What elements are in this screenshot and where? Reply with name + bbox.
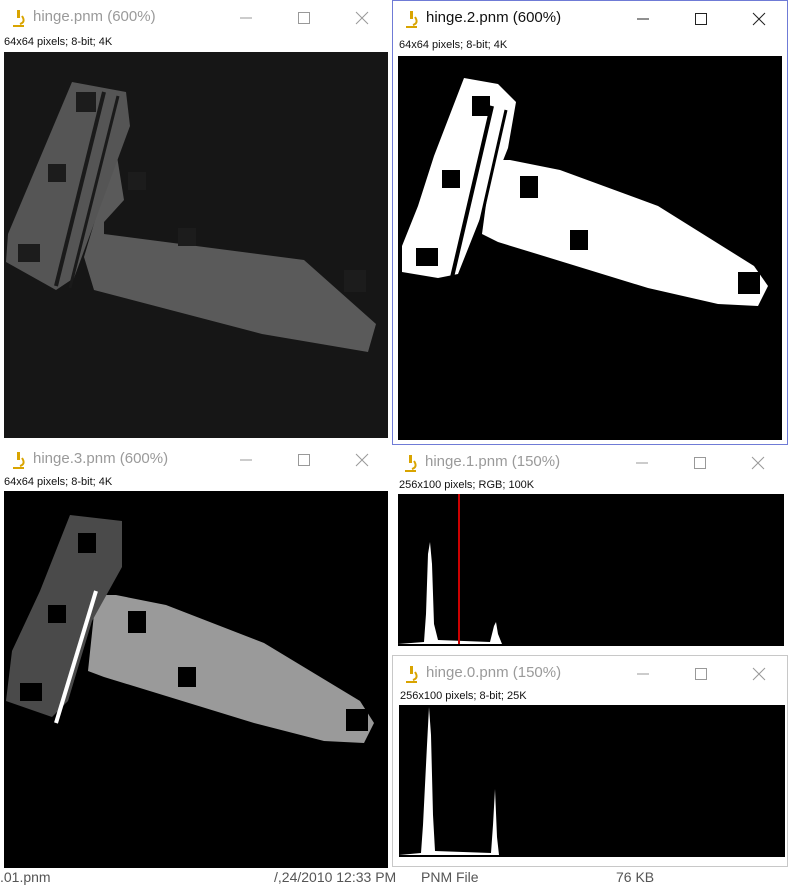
- image-canvas[interactable]: [4, 52, 388, 438]
- close-icon: [355, 11, 369, 25]
- file-type: PNM File: [421, 869, 479, 885]
- window-title: hinge.0.pnm (150%): [426, 664, 562, 681]
- close-button[interactable]: [744, 451, 772, 473]
- title-bar[interactable]: hinge.3.pnm (600%): [0, 442, 392, 476]
- maximize-button[interactable]: [687, 7, 715, 29]
- hinge-labeled-image: [6, 515, 374, 743]
- maximize-button[interactable]: [687, 662, 715, 684]
- image-canvas[interactable]: [4, 491, 388, 877]
- close-icon: [355, 453, 369, 467]
- window-hinge-0[interactable]: hinge.0.pnm (150%) 256x100 pixels; 8-bit…: [392, 655, 788, 867]
- window-title: hinge.pnm (600%): [33, 8, 156, 25]
- file-size: 76 KB: [616, 869, 655, 885]
- minimize-button[interactable]: [232, 6, 260, 28]
- close-icon: [751, 456, 765, 470]
- maximize-icon: [694, 457, 706, 469]
- image-canvas[interactable]: [398, 56, 782, 440]
- window-hinge-1[interactable]: hinge.1.pnm (150%) 256x100 pixels; RGB; …: [392, 445, 788, 653]
- maximize-button[interactable]: [686, 451, 714, 473]
- title-bar[interactable]: hinge.1.pnm (150%): [392, 445, 788, 479]
- minimize-button[interactable]: [629, 662, 657, 684]
- image-info: 256x100 pixels; RGB; 100K: [399, 479, 535, 491]
- window-hinge[interactable]: hinge.pnm (600%) 64x64 pixels; 8-bit; 4K: [0, 0, 392, 442]
- title-bar[interactable]: hinge.0.pnm (150%): [393, 656, 787, 690]
- window-hinge-3[interactable]: hinge.3.pnm (600%) 64x64 pixels; 8-bit; …: [0, 442, 392, 878]
- maximize-icon: [298, 454, 310, 466]
- close-button[interactable]: [348, 6, 376, 28]
- minimize-icon: [637, 673, 649, 675]
- minimize-icon: [240, 459, 252, 461]
- maximize-icon: [298, 12, 310, 24]
- image-info: 64x64 pixels; 8-bit; 4K: [4, 36, 113, 48]
- close-button[interactable]: [745, 7, 773, 29]
- title-bar[interactable]: hinge.pnm (600%): [0, 0, 392, 34]
- hinge-grayscale-image: [6, 82, 376, 352]
- explorer-file-row: .01.pnm /,24/2010 12:33 PM PNM File 76 K…: [0, 868, 788, 885]
- maximize-button[interactable]: [290, 6, 318, 28]
- file-date: /,24/2010 12:33 PM: [274, 869, 397, 885]
- close-icon: [752, 12, 766, 26]
- histogram-canvas[interactable]: [398, 494, 784, 646]
- close-button[interactable]: [745, 662, 773, 684]
- maximize-icon: [695, 13, 707, 25]
- maximize-icon: [695, 668, 707, 680]
- window-title: hinge.3.pnm (600%): [33, 450, 169, 467]
- histogram-rgb-image: [398, 494, 784, 644]
- image-info: 64x64 pixels; 8-bit; 4K: [4, 476, 113, 488]
- microscope-icon: [405, 455, 417, 472]
- close-icon: [752, 667, 766, 681]
- microscope-icon: [406, 11, 418, 28]
- minimize-icon: [240, 17, 252, 19]
- histogram-canvas[interactable]: [399, 705, 785, 857]
- minimize-button[interactable]: [629, 7, 657, 29]
- microscope-icon: [406, 666, 418, 683]
- image-info: 64x64 pixels; 8-bit; 4K: [399, 39, 508, 51]
- minimize-button[interactable]: [232, 448, 260, 470]
- title-bar[interactable]: hinge.2.pnm (600%): [393, 1, 787, 35]
- maximize-button[interactable]: [290, 448, 318, 470]
- minimize-icon: [637, 18, 649, 20]
- minimize-icon: [636, 462, 648, 464]
- window-title: hinge.1.pnm (150%): [425, 453, 561, 470]
- minimize-button[interactable]: [628, 451, 656, 473]
- image-info: 256x100 pixels; 8-bit; 25K: [400, 690, 527, 702]
- microscope-icon: [13, 10, 25, 27]
- window-hinge-2[interactable]: hinge.2.pnm (600%) 64x64 pixels; 8-bit; …: [392, 0, 788, 445]
- microscope-icon: [13, 452, 25, 469]
- close-button[interactable]: [348, 448, 376, 470]
- hinge-binary-image: [402, 78, 768, 306]
- window-title: hinge.2.pnm (600%): [426, 9, 562, 26]
- file-name: .01.pnm: [0, 869, 51, 885]
- histogram-8bit-image: [399, 707, 785, 855]
